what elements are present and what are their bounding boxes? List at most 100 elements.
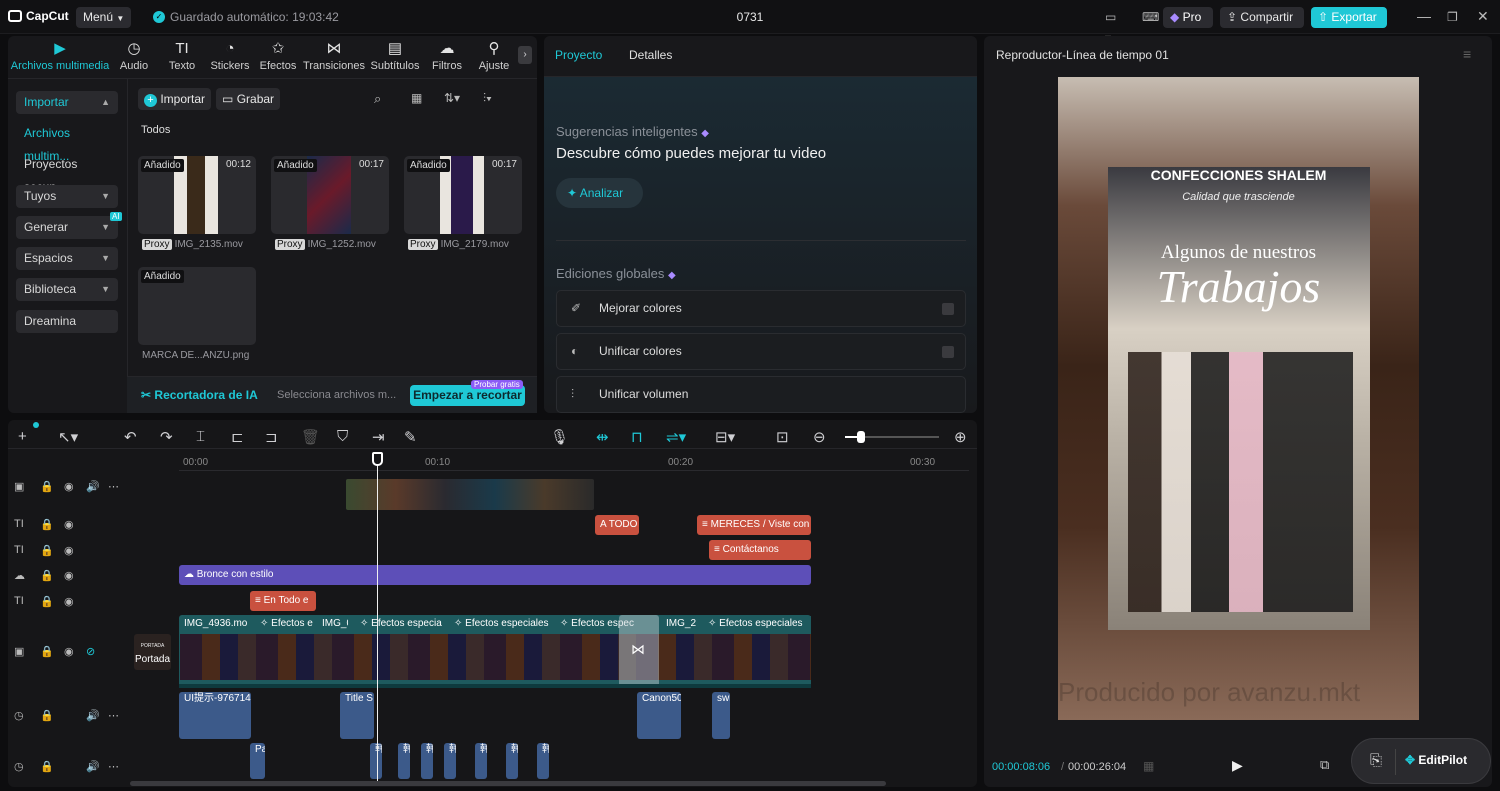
close-icon[interactable]: ✕ <box>1477 8 1489 25</box>
select-tool-icon[interactable]: ↖▾ <box>58 428 78 446</box>
lock-icon[interactable]: 🔒 <box>40 709 86 722</box>
auto-edit-icon[interactable]: ✎ <box>404 428 417 446</box>
sidebar-item-yours[interactable]: Tuyos ▼ <box>16 185 118 208</box>
tool-adjust[interactable]: ⚲ Ajuste <box>466 40 522 72</box>
more-icon[interactable]: ⋯ <box>108 709 119 722</box>
sidebar-item-subprojects[interactable]: Proyectos secun... <box>16 153 118 194</box>
overlay-video-clip[interactable] <box>346 479 594 510</box>
transition-marker[interactable]: ⋈ <box>619 615 659 688</box>
checkbox[interactable] <box>942 303 954 315</box>
effect-clip[interactable]: ☁ Bronce con estilo <box>179 565 811 585</box>
tab-details[interactable]: Detalles <box>629 48 672 62</box>
sort-icon[interactable]: ⇅▾ <box>444 91 460 105</box>
audio-clip[interactable]: 韩 <box>421 743 433 779</box>
analyze-button[interactable]: ✦ Analizar <box>556 178 643 208</box>
trim-left-icon[interactable]: ⊏ <box>231 428 244 446</box>
filter-icon[interactable]: ⫶▾ <box>483 91 492 106</box>
cover-thumbnail[interactable]: PORTADA Portada <box>134 634 171 670</box>
share-button[interactable]: ⇪ Compartir <box>1220 7 1304 28</box>
freeze-icon[interactable]: ⇥ <box>372 428 385 446</box>
media-item[interactable]: Añadido 00:12 <box>138 156 256 234</box>
more-icon[interactable]: ⋯ <box>108 480 119 493</box>
microphone-icon[interactable]: 🎙 <box>550 428 569 446</box>
unify-colors-item[interactable]: ◐ Unificar colores <box>556 333 966 370</box>
video-clip[interactable]: ✧ Efectos especiales <box>704 616 811 632</box>
record-button[interactable]: ▭ Grabar <box>216 88 281 110</box>
volume-icon[interactable]: 🔊 <box>86 760 108 773</box>
lock-icon[interactable]: 🔒 <box>40 518 64 531</box>
undo-icon[interactable]: ↶ <box>124 428 137 446</box>
redo-icon[interactable]: ↷ <box>160 428 173 446</box>
video-clip[interactable]: IMG_0 <box>318 616 348 632</box>
play-icon[interactable]: ▶ <box>1232 757 1243 774</box>
audio-clip[interactable]: 韩 <box>475 743 487 779</box>
chevron-right-icon[interactable]: › <box>518 46 532 64</box>
audio-clip[interactable]: Title S <box>340 692 374 739</box>
editpilot-button[interactable]: ✥ EditPilot <box>1405 753 1467 767</box>
eye-icon[interactable]: ◉ <box>64 569 74 582</box>
timeline-grid-icon[interactable]: ▦ <box>1143 759 1154 773</box>
lock-icon[interactable]: 🔒 <box>40 544 64 557</box>
more-icon[interactable]: ⋯ <box>108 760 119 773</box>
split-icon[interactable]: ⌶ <box>196 428 205 445</box>
eye-icon[interactable]: ◉ <box>64 595 74 608</box>
trim-right-icon[interactable]: ⊐ <box>265 428 278 446</box>
pro-button[interactable]: ◆ Pro <box>1163 7 1213 28</box>
video-clip[interactable]: IMG_4936.mo <box>180 616 248 632</box>
audio-clip[interactable]: swi <box>712 692 730 739</box>
text-clip[interactable]: A TODO <box>595 515 639 535</box>
sidebar-item-dreamina[interactable]: Dreamina <box>16 310 118 333</box>
audio-clip[interactable]: UI提示-976714 <box>179 692 251 739</box>
media-item[interactable]: Añadido 00:17 <box>271 156 389 234</box>
tool-media[interactable]: ▶ Archivos multimedia <box>5 40 115 72</box>
caption-icon[interactable]: ⊡ <box>776 428 789 446</box>
video-preview[interactable]: CONFECCIONES SHALEM Calidad que trascien… <box>1058 77 1419 720</box>
link-icon[interactable]: ⇹ <box>596 428 609 446</box>
text-clip[interactable]: ≡ MERECES / Viste con <box>697 515 811 535</box>
mute-icon[interactable]: ⊘ <box>86 645 95 658</box>
clip-split-icon[interactable]: ⊟▾ <box>715 428 735 446</box>
tool-effects[interactable]: ✩ Efectos <box>250 40 306 72</box>
media-item[interactable]: Añadido 00:17 <box>404 156 522 234</box>
sidebar-item-spaces[interactable]: Espacios ▼ <box>16 247 118 270</box>
editpilot-widget[interactable]: ⎘ ✥ EditPilot <box>1351 738 1491 784</box>
audio-clip[interactable]: 韩 <box>506 743 518 779</box>
shield-icon[interactable]: ⛉ <box>337 428 348 445</box>
restore-icon[interactable]: ❐ <box>1447 10 1458 24</box>
sidebar-item-media[interactable]: Archivos multim... <box>16 122 118 163</box>
tool-transitions[interactable]: ⋈ Transiciones <box>300 40 368 72</box>
add-track-icon[interactable]: + <box>18 428 27 445</box>
horizontal-scrollbar[interactable] <box>130 781 886 786</box>
tab-project[interactable]: Proyecto <box>555 48 602 62</box>
enhance-colors-item[interactable]: ✐ Mejorar colores <box>556 290 966 327</box>
lock-icon[interactable]: 🔒 <box>40 480 64 493</box>
tool-subtitles[interactable]: ▤ Subtítulos <box>367 40 423 72</box>
text-clip[interactable]: ≡ En Todo e <box>250 591 316 611</box>
video-clip[interactable]: ✧ Efectos especiales <box>450 616 554 632</box>
audio-clip[interactable]: 韩 <box>398 743 410 779</box>
text-clip[interactable]: ≡ Contáctanos <box>709 540 811 560</box>
grid-view-icon[interactable]: ▦ <box>411 91 422 105</box>
lock-icon[interactable]: 🔒 <box>40 569 64 582</box>
edit-icon[interactable]: ⎘ <box>1370 752 1382 769</box>
delete-icon[interactable]: 🗑 <box>301 428 320 446</box>
lock-icon[interactable]: 🔒 <box>40 760 86 773</box>
eye-icon[interactable]: ◉ <box>64 518 74 531</box>
video-clip[interactable]: IMG_21 <box>662 616 696 632</box>
zoom-slider[interactable] <box>845 431 939 443</box>
import-button[interactable]: + Importar <box>138 88 212 110</box>
checkbox[interactable] <box>942 346 954 358</box>
lock-icon[interactable]: 🔒 <box>40 645 64 658</box>
volume-icon[interactable]: 🔊 <box>86 709 108 722</box>
eye-icon[interactable]: ◉ <box>64 480 86 493</box>
export-button[interactable]: ⇧ Exportar <box>1311 7 1387 28</box>
keyboard-icon[interactable]: ⌨ <box>1135 7 1159 28</box>
unify-volume-item[interactable]: ⫶ Unificar volumen <box>556 376 966 413</box>
sidebar-item-import[interactable]: Importar ▲ <box>16 91 118 114</box>
filter-all[interactable]: Todos <box>141 124 170 136</box>
volume-icon[interactable]: 🔊 <box>86 480 108 493</box>
video-clip[interactable]: ✧ Efectos especia <box>356 616 448 632</box>
video-clip[interactable]: ✧ Efectos e <box>256 616 316 632</box>
sidebar-item-library[interactable]: Biblioteca ▼ <box>16 278 118 301</box>
media-item[interactable]: Añadido <box>138 267 256 345</box>
